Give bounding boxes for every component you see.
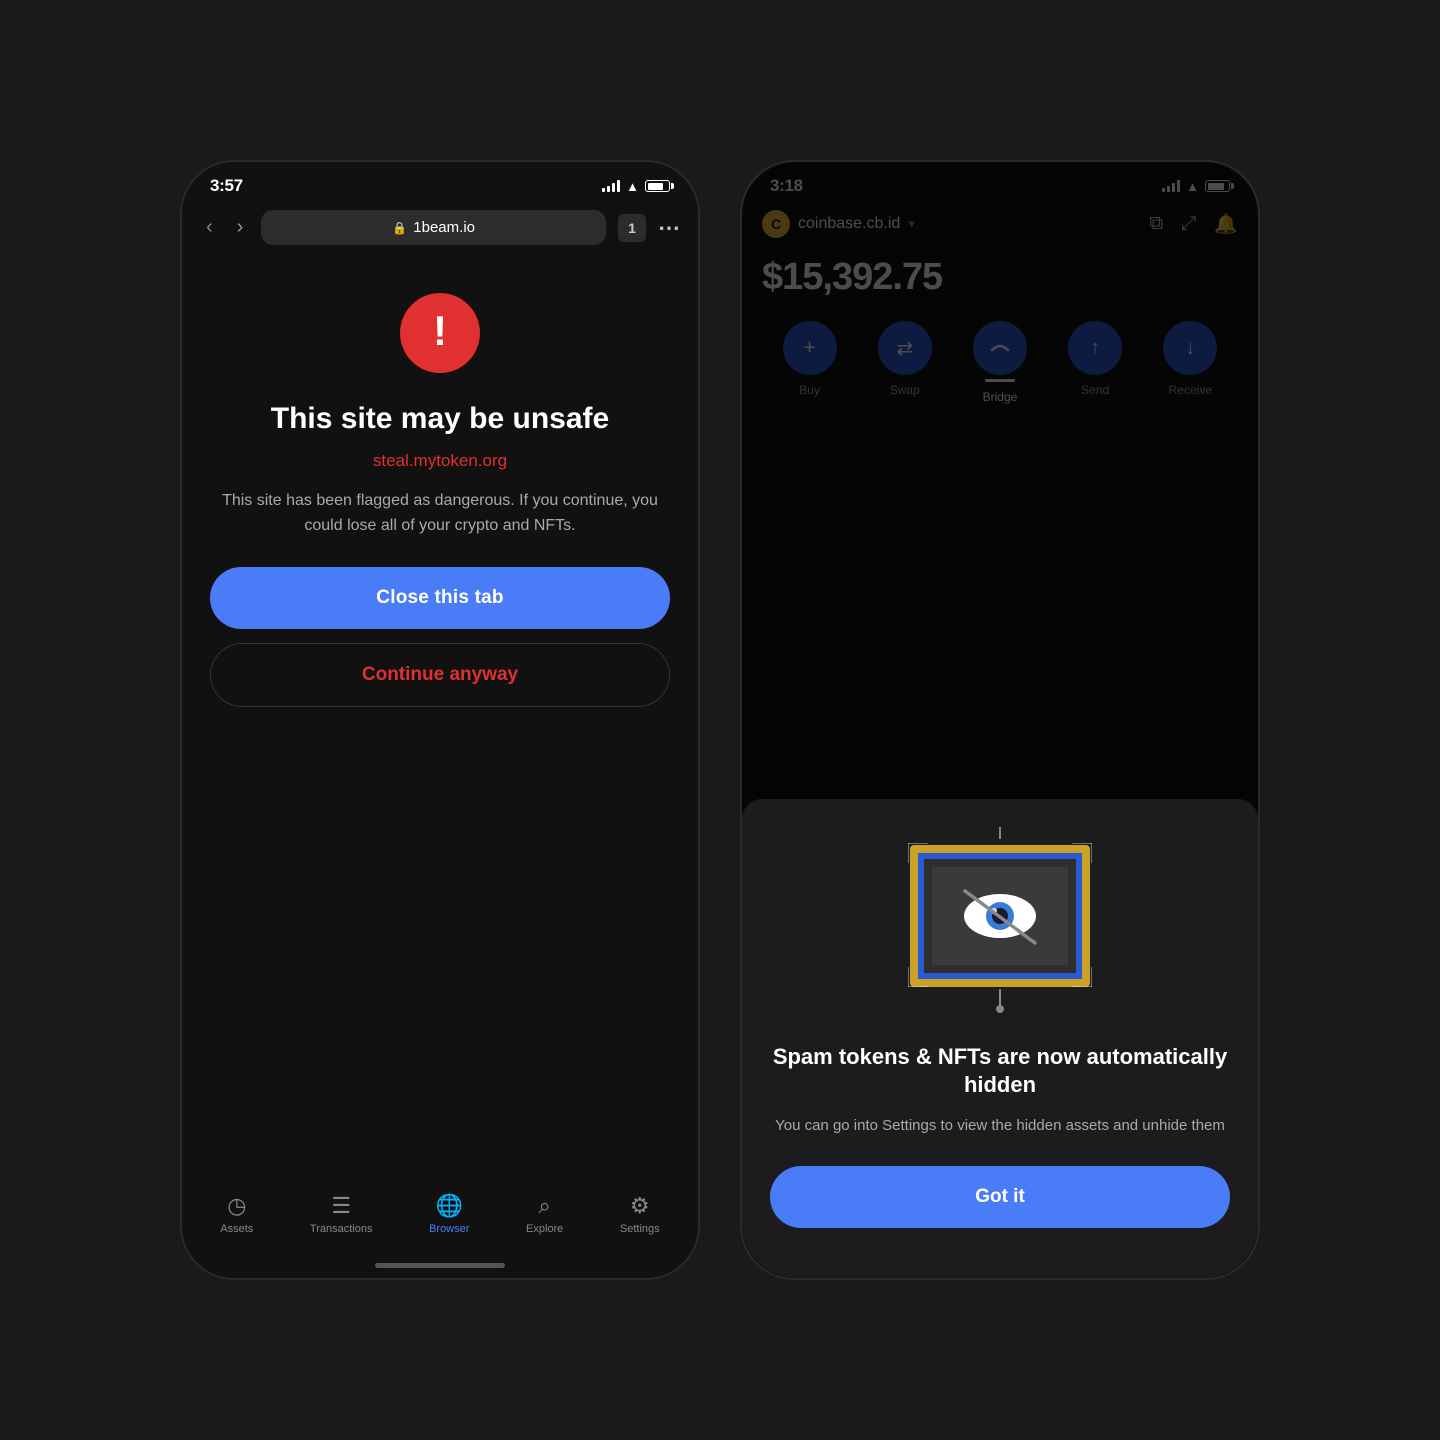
spam-modal-sheet: Spam tokens & NFTs are now automatically… — [742, 799, 1258, 1278]
spam-modal-overlay: Spam tokens & NFTs are now automatically… — [742, 162, 1258, 1278]
got-it-button[interactable]: Got it — [770, 1166, 1230, 1228]
nav-forward-button[interactable]: › — [231, 212, 250, 243]
warning-url: steal.mytoken.org — [373, 451, 507, 471]
battery-icon — [645, 180, 670, 192]
nav-item-assets[interactable]: ◷ Assets — [220, 1193, 253, 1235]
settings-icon: ⚙ — [630, 1193, 650, 1219]
phone-1-frame: 3:57 ▲ ‹ › 🔒 1beam.io — [180, 160, 700, 1280]
browser-label: Browser — [429, 1223, 469, 1235]
warning-circle-icon: ! — [400, 293, 480, 373]
status-time-1: 3:57 — [210, 176, 243, 196]
more-menu-button[interactable]: ⋯ — [658, 215, 680, 241]
warning-buttons: Close this tab Continue anyway — [182, 539, 698, 707]
nav-item-explore[interactable]: ⌕ Explore — [526, 1193, 563, 1235]
settings-label: Settings — [620, 1223, 660, 1235]
warning-title: This site may be unsafe — [271, 401, 609, 437]
close-tab-button[interactable]: Close this tab — [210, 567, 670, 629]
nav-item-transactions[interactable]: ☰ Transactions — [310, 1193, 373, 1235]
assets-icon: ◷ — [227, 1193, 246, 1219]
home-indicator — [375, 1263, 505, 1268]
url-bar[interactable]: 🔒 1beam.io — [261, 210, 606, 245]
frame-stand-bottom — [999, 989, 1001, 1005]
nav-back-button[interactable]: ‹ — [200, 212, 219, 243]
wifi-icon: ▲ — [626, 179, 639, 194]
status-icons-1: ▲ — [602, 179, 670, 194]
signal-icon — [602, 180, 620, 192]
nav-item-settings[interactable]: ⚙ Settings — [620, 1193, 660, 1235]
frame-stand-top — [999, 827, 1001, 839]
warning-content: ! This site may be unsafe steal.mytoken.… — [182, 253, 698, 539]
modal-title: Spam tokens & NFTs are now automatically… — [770, 1043, 1230, 1100]
transactions-icon: ☰ — [331, 1193, 351, 1219]
exclamation-icon: ! — [433, 310, 447, 352]
frame-stand-dot — [996, 1005, 1004, 1013]
spam-illustration — [900, 835, 1100, 1015]
bottom-nav: ◷ Assets ☰ Transactions 🌐 Browser ⌕ Expl… — [182, 1181, 698, 1259]
warning-main: ! This site may be unsafe steal.mytoken.… — [182, 253, 698, 1181]
phone-2-frame: 3:18 ▲ C coinbase.cb.id ▾ ⧉ ⤢ — [740, 160, 1260, 1280]
explore-label: Explore — [526, 1223, 563, 1235]
transactions-label: Transactions — [310, 1223, 373, 1235]
status-bar-1: 3:57 ▲ — [182, 162, 698, 202]
explore-icon: ⌕ — [538, 1193, 550, 1219]
browser-icon: 🌐 — [436, 1193, 463, 1219]
warning-description: This site has been flagged as dangerous.… — [218, 489, 662, 539]
continue-anyway-button[interactable]: Continue anyway — [210, 643, 670, 707]
lock-icon: 🔒 — [392, 221, 407, 235]
nav-item-browser[interactable]: 🌐 Browser — [429, 1193, 469, 1235]
browser-nav: ‹ › 🔒 1beam.io 1 ⋯ — [182, 202, 698, 253]
assets-label: Assets — [220, 1223, 253, 1235]
tab-count-label: 1 — [628, 220, 636, 236]
modal-description: You can go into Settings to view the hid… — [775, 1114, 1225, 1138]
url-text: 1beam.io — [413, 219, 475, 236]
frame-corner-wires — [908, 843, 1092, 987]
tab-count-button[interactable]: 1 — [618, 214, 646, 242]
